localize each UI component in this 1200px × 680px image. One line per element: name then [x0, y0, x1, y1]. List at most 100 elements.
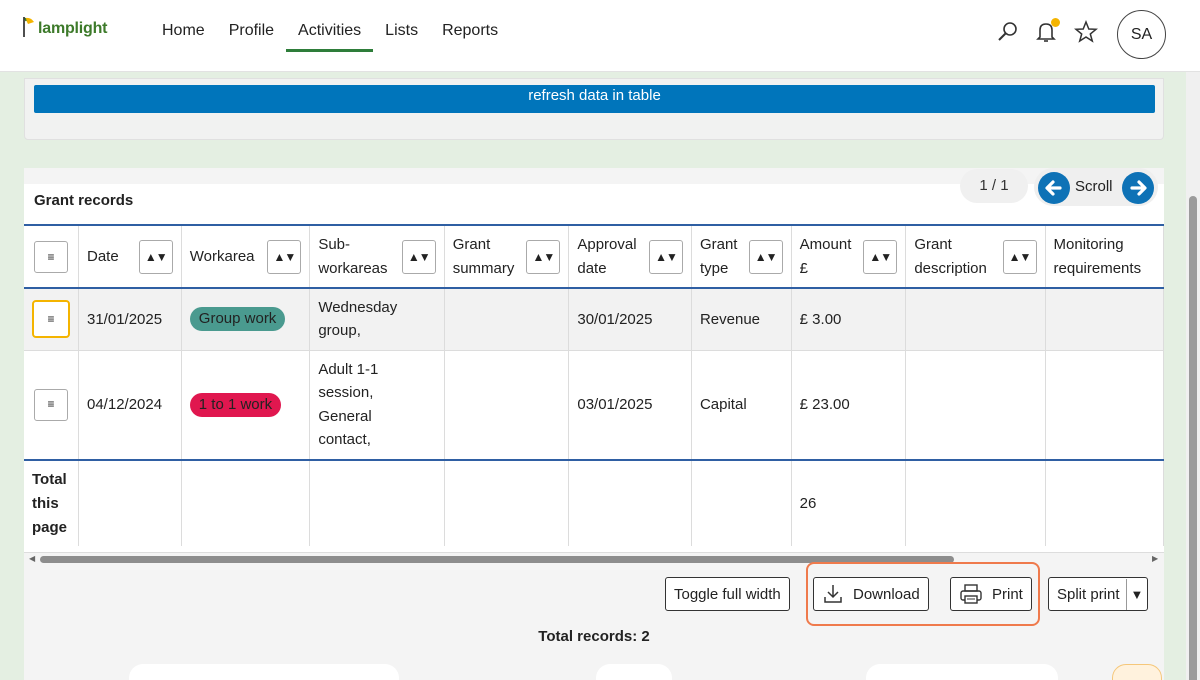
star-icon[interactable]: [1074, 20, 1098, 44]
logo-text: lamplight: [38, 20, 108, 37]
col-grant-summary-line1: Grant: [452, 235, 491, 253]
nav-activities[interactable]: Activities: [286, 18, 374, 52]
total-cell: [1045, 460, 1164, 546]
col-subworkareas-line2: workareas: [318, 259, 388, 277]
table-row[interactable]: ≡ 31/01/2025 Group work Wednesday group, …: [24, 288, 1164, 351]
toggle-full-width-button[interactable]: Toggle full width: [665, 577, 790, 611]
nav-home[interactable]: Home: [150, 18, 217, 52]
col-workarea: Workarea ▲▼: [181, 226, 311, 289]
subworkarea-line: Adult 1-1: [318, 360, 379, 378]
col-amount-line2: £: [799, 259, 809, 277]
subworkarea-line: contact,: [318, 431, 371, 449]
col-monitoring-line1: Monitoring: [1053, 235, 1124, 253]
top-bar: lamplight Home Profile Activities Lists …: [0, 0, 1200, 72]
col-monitoring-label: Monitoring requirements: [1054, 236, 1142, 277]
cell-subworkareas: Wednesday group,: [309, 288, 445, 351]
column-menu-button[interactable]: ≡: [34, 240, 68, 273]
download-button[interactable]: Download: [813, 577, 929, 611]
total-cell: [568, 460, 692, 546]
scroll-left-button[interactable]: [1038, 172, 1070, 204]
row-menu-button[interactable]: ≡: [34, 388, 68, 421]
download-icon: [824, 585, 842, 603]
col-amount-label: Amount £: [800, 233, 852, 281]
scroll-right-arrow-icon[interactable]: ▶: [1152, 554, 1158, 563]
workarea-badge: Group work: [189, 307, 286, 332]
col-grant-description-line2: description: [914, 259, 987, 277]
total-cell: [905, 460, 1046, 546]
lamplight-logo[interactable]: lamplight: [22, 16, 108, 38]
header-menu-cell: ≡: [24, 226, 79, 289]
cell-workarea: Group work: [181, 288, 311, 351]
bottom-panel: [129, 664, 399, 680]
col-workarea-label: Workarea: [189, 247, 255, 265]
cell-amount: £ 23.00: [791, 350, 907, 461]
cell-approval-date: 30/01/2025: [568, 288, 692, 351]
grant-records-table: ≡ Date ▲▼ Workarea ▲▼ Sub-workareas ▲▼ Gran…: [24, 224, 1164, 552]
workarea-badge: 1 to 1 work: [189, 392, 282, 417]
total-cell: [309, 460, 445, 546]
col-grant-description-line1: Grant: [914, 235, 952, 253]
page-scrollbar-thumb[interactable]: [1189, 196, 1197, 680]
page-scrollbar[interactable]: [1186, 72, 1200, 680]
sort-workarea-button[interactable]: ▲▼: [267, 239, 302, 274]
page-indicator: 1 / 1: [960, 169, 1028, 203]
lamp-logo-icon: [23, 17, 34, 37]
download-label: Download: [853, 585, 920, 603]
row-menu-cell: ≡: [24, 350, 79, 461]
col-monitoring: Monitoring requirements: [1045, 226, 1164, 289]
split-print-button[interactable]: Split print ▼: [1048, 577, 1149, 611]
col-grant-summary-label: Grant summary: [453, 233, 515, 281]
search-icon[interactable]: [996, 20, 1020, 44]
col-approval-date-label: Approval date: [577, 233, 636, 281]
col-grant-description: Grant description ▲▼: [905, 226, 1046, 289]
sort-amount-button[interactable]: ▲▼: [863, 239, 898, 274]
split-print-dropdown-icon[interactable]: ▼: [1125, 578, 1143, 610]
sort-date-button[interactable]: ▲▼: [138, 239, 173, 274]
total-cell: [444, 460, 570, 546]
total-label-cell: Total this page: [24, 460, 79, 546]
col-grant-type-line2: type: [699, 259, 729, 277]
user-avatar[interactable]: SA: [1117, 10, 1166, 59]
main-nav: Home Profile Activities Lists Reports: [150, 18, 510, 52]
scroll-control: Scroll: [1034, 168, 1158, 206]
sort-subworkareas-button[interactable]: ▲▼: [401, 239, 436, 274]
nav-profile[interactable]: Profile: [217, 18, 286, 52]
col-grant-type: Grant type ▲▼: [691, 226, 792, 289]
scroll-left-arrow-icon[interactable]: ◀: [29, 554, 35, 563]
subworkarea-line: Wednesday: [318, 298, 398, 316]
col-approval-date: Approval date ▲▼: [568, 226, 692, 289]
sort-grant-description-button[interactable]: ▲▼: [1002, 239, 1037, 274]
col-approval-date-line2: date: [577, 259, 607, 277]
col-approval-date-line1: Approval: [577, 235, 637, 253]
nav-reports[interactable]: Reports: [430, 18, 510, 52]
row-menu-button[interactable]: ≡: [32, 300, 70, 339]
nav-lists[interactable]: Lists: [373, 18, 430, 52]
scroll-right-button[interactable]: [1122, 172, 1154, 204]
subworkarea-line: General: [318, 407, 372, 425]
total-cell: [78, 460, 182, 546]
sort-approval-date-button[interactable]: ▲▼: [648, 239, 683, 274]
col-subworkareas: Sub-workareas ▲▼: [309, 226, 445, 289]
sort-grant-summary-button[interactable]: ▲▼: [526, 239, 561, 274]
sort-grant-type-button[interactable]: ▲▼: [748, 239, 783, 274]
cell-amount: £ 3.00: [791, 288, 907, 351]
col-grant-summary: Grant summary ▲▼: [444, 226, 570, 289]
cell-monitoring: [1045, 288, 1164, 351]
table-row[interactable]: ≡ 04/12/2024 1 to 1 work Adult 1-1 sessio…: [24, 350, 1164, 461]
col-grant-type-line1: Grant: [699, 235, 738, 253]
col-amount: Amount £ ▲▼: [791, 226, 907, 289]
col-subworkareas-line1: Sub-: [318, 235, 351, 253]
notification-dot: [1051, 18, 1060, 27]
bottom-panel: [1112, 664, 1162, 680]
col-date-label: Date: [87, 247, 119, 265]
header-row: ≡ Date ▲▼ Workarea ▲▼ Sub-workareas ▲▼ Gran…: [24, 226, 1164, 289]
print-button[interactable]: Print: [950, 577, 1032, 611]
split-print-label: Split print: [1057, 585, 1120, 603]
total-records: Total records: 2: [538, 628, 650, 645]
col-date: Date ▲▼: [78, 226, 182, 289]
total-label-line: page: [32, 518, 68, 536]
arrow-right-icon: [1130, 180, 1147, 196]
notifications-button[interactable]: [1034, 18, 1060, 44]
print-label: Print: [992, 585, 1023, 603]
refresh-data-button[interactable]: refresh data in table: [34, 85, 1155, 113]
